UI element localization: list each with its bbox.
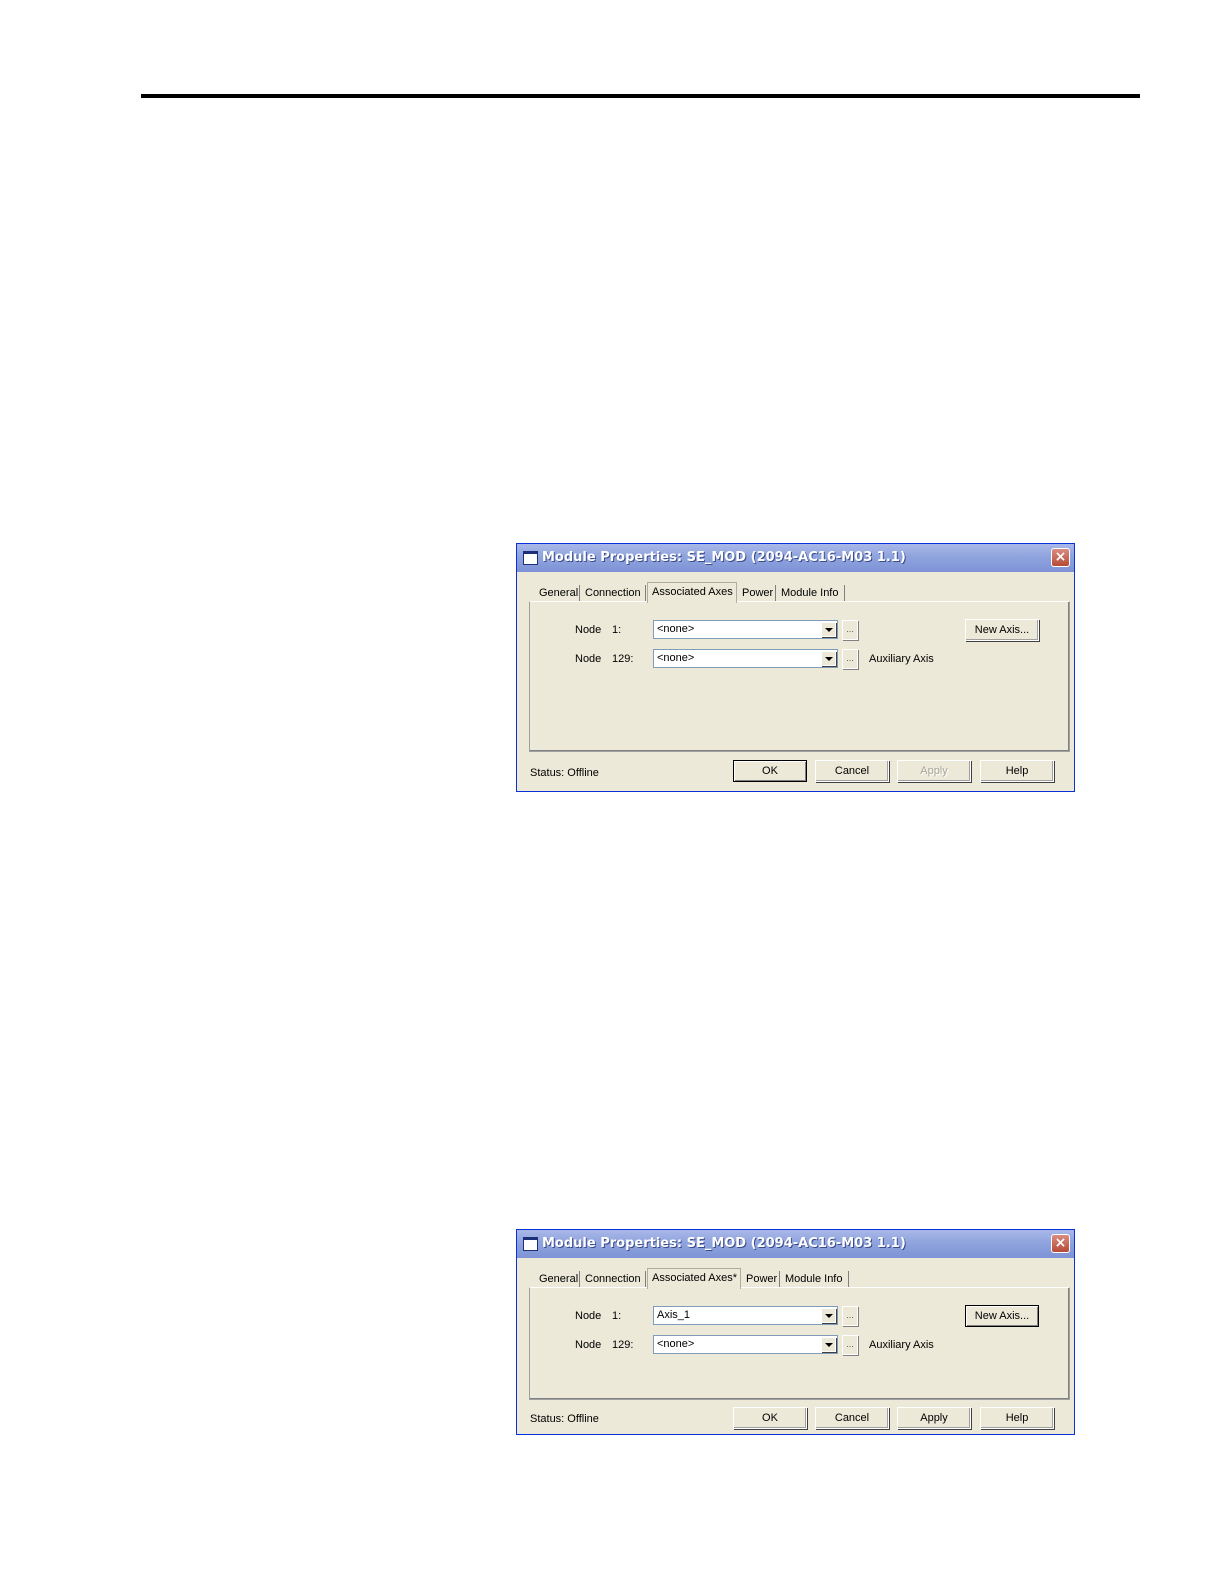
status-text: Status: Offline <box>530 767 599 779</box>
new-axis-button[interactable]: New Axis... <box>965 619 1039 641</box>
node-129-axis-value: <none> <box>657 652 695 664</box>
cancel-button[interactable]: Cancel <box>815 1407 889 1429</box>
ok-button[interactable]: OK <box>733 760 807 782</box>
help-button[interactable]: Help <box>980 760 1054 782</box>
node-1-label: Node <box>575 624 602 636</box>
node-129-number: 129: <box>612 653 634 665</box>
chevron-down-icon[interactable] <box>821 1308 836 1323</box>
node-1-axis-value: Axis_1 <box>657 1309 691 1321</box>
node-1-axis-select[interactable]: <none> <box>653 620 838 639</box>
page-header-rule <box>141 94 1140 98</box>
title-bar[interactable]: Module Properties: SE_MOD (2094-AC16-M03… <box>517 1230 1074 1258</box>
node-1-number: 1: <box>612 1310 622 1322</box>
close-button[interactable]: × <box>1051 1234 1070 1253</box>
tab-connection[interactable]: Connection <box>581 1271 646 1288</box>
apply-button[interactable]: Apply <box>897 1407 971 1429</box>
tab-associated-axes[interactable]: Associated Axes <box>647 582 737 603</box>
node-129-browse-button[interactable]: ... <box>842 1335 858 1355</box>
dialog-title: Module Properties: SE_MOD (2094-AC16-M03… <box>542 1236 906 1251</box>
tab-power[interactable]: Power <box>738 585 776 602</box>
status-text: Status: Offline <box>530 1413 599 1425</box>
auxiliary-axis-label: Auxiliary Axis <box>869 653 934 665</box>
window-icon <box>523 551 538 565</box>
node-1-axis-value: <none> <box>657 623 695 635</box>
node-1-browse-button[interactable]: ... <box>842 1306 858 1326</box>
chevron-down-icon[interactable] <box>821 651 836 666</box>
tab-module-info[interactable]: Module Info <box>777 585 845 602</box>
apply-button[interactable]: Apply <box>897 760 971 782</box>
help-button[interactable]: Help <box>980 1407 1054 1429</box>
ok-button[interactable]: OK <box>733 1407 807 1429</box>
tab-connection[interactable]: Connection <box>581 585 646 602</box>
dialog-title: Module Properties: SE_MOD (2094-AC16-M03… <box>542 550 906 565</box>
title-bar[interactable]: Module Properties: SE_MOD (2094-AC16-M03… <box>517 544 1074 572</box>
node-129-number: 129: <box>612 1339 634 1351</box>
chevron-down-icon[interactable] <box>821 622 836 637</box>
node-129-axis-select[interactable]: <none> <box>653 649 838 668</box>
window-icon <box>523 1237 538 1251</box>
auxiliary-axis-label: Auxiliary Axis <box>869 1339 934 1351</box>
node-129-label: Node <box>575 653 602 665</box>
node-1-browse-button[interactable]: ... <box>842 620 858 640</box>
node-1-number: 1: <box>612 624 622 636</box>
tab-power[interactable]: Power <box>742 1271 780 1288</box>
node-129-label: Node <box>575 1339 602 1351</box>
node-1-axis-select[interactable]: Axis_1 <box>653 1306 838 1325</box>
node-129-axis-value: <none> <box>657 1338 695 1350</box>
chevron-down-icon[interactable] <box>821 1337 836 1352</box>
node-129-browse-button[interactable]: ... <box>842 649 858 669</box>
new-axis-button[interactable]: New Axis... <box>965 1305 1039 1327</box>
node-1-label: Node <box>575 1310 602 1322</box>
tab-module-info[interactable]: Module Info <box>781 1271 849 1288</box>
tab-general[interactable]: General <box>535 1271 580 1288</box>
close-button[interactable]: × <box>1051 548 1070 567</box>
node-129-axis-select[interactable]: <none> <box>653 1335 838 1354</box>
module-properties-dialog: Module Properties: SE_MOD (2094-AC16-M03… <box>516 1229 1075 1435</box>
cancel-button[interactable]: Cancel <box>815 760 889 782</box>
tab-associated-axes[interactable]: Associated Axes* <box>647 1268 741 1289</box>
tab-general[interactable]: General <box>535 585 580 602</box>
module-properties-dialog: Module Properties: SE_MOD (2094-AC16-M03… <box>516 543 1075 792</box>
